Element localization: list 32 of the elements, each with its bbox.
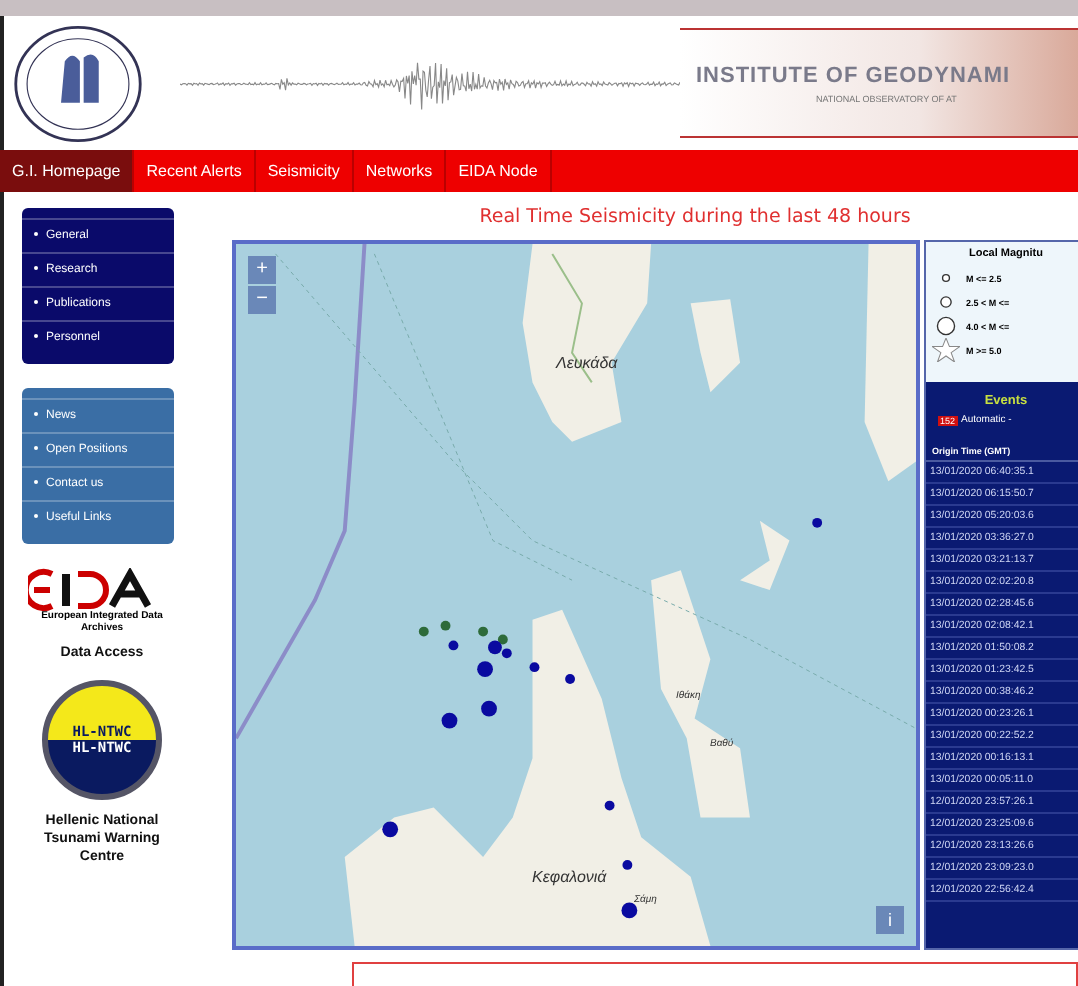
earthquake-marker[interactable]	[448, 640, 459, 651]
earthquake-marker[interactable]	[382, 821, 399, 838]
zoom-in-button[interactable]: +	[248, 256, 276, 284]
earthquake-marker[interactable]	[478, 626, 489, 637]
observatory-seal-logo	[12, 21, 144, 145]
nav-tab[interactable]: EIDA Node	[446, 150, 552, 192]
map-place-label: Κεφαλονιά	[532, 868, 607, 886]
earthquake-marker[interactable]	[418, 626, 429, 637]
nav-tab[interactable]: Recent Alerts	[134, 150, 256, 192]
map-info-button[interactable]: i	[876, 906, 904, 934]
magnitude-symbol-icon	[932, 314, 960, 338]
earthquake-marker[interactable]	[481, 700, 497, 717]
nav-tab[interactable]: Seismicity	[255, 150, 354, 192]
earthquake-marker[interactable]	[477, 661, 493, 678]
map-place-label: Λευκάδα	[556, 354, 618, 372]
nav-tab[interactable]: G.I. Homepage	[0, 150, 135, 192]
map-heading: Real Time Seismicity during the last 48 hours	[477, 204, 913, 232]
earthquake-marker[interactable]	[565, 674, 575, 684]
earthquake-marker[interactable]	[501, 648, 512, 659]
earthquake-marker[interactable]	[440, 620, 451, 631]
nav-tab[interactable]: Networks	[353, 150, 447, 192]
earthquake-marker[interactable]	[621, 902, 638, 919]
magnitude-symbol-icon	[932, 338, 960, 362]
earthquake-marker[interactable]	[441, 712, 458, 729]
earthquake-marker[interactable]	[529, 662, 540, 673]
earthquake-marker[interactable]	[622, 860, 633, 870]
earthquake-marker[interactable]	[812, 517, 823, 528]
earthquake-marker[interactable]	[488, 640, 502, 655]
earthquake-marker[interactable]	[604, 800, 615, 811]
earthquake-marker[interactable]	[497, 634, 508, 645]
zoom-out-button[interactable]: −	[248, 286, 276, 314]
institute-title: INSTITUTE OF GEODYNAMI	[696, 63, 1013, 87]
